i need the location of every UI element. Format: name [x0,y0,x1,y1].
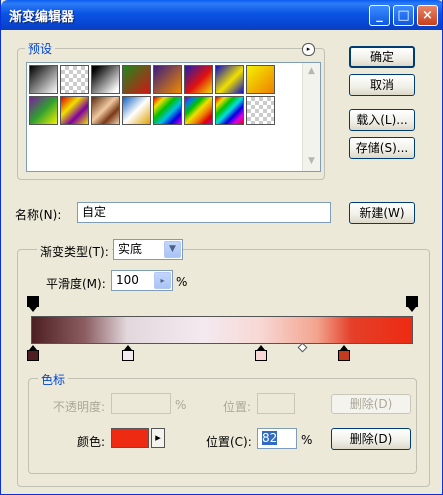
smoothness-unit: % [176,275,188,289]
presets-label: 预设 [25,40,56,57]
preset-swatch[interactable] [215,96,244,125]
delete-opacity-button: 删除(D) [331,394,411,414]
preset-swatch[interactable] [153,65,182,94]
color-position-label: 位置(C): [206,435,252,449]
opacity-input [111,393,171,414]
preset-swatch-grid[interactable]: ▲ ▼ [26,62,321,172]
color-position-value: 82 [262,431,278,445]
preset-swatch[interactable] [122,96,151,125]
new-button[interactable]: 新建(W) [349,202,415,224]
title-bar[interactable]: 渐变编辑器 _ □ × [1,0,442,30]
color-position-unit: % [301,433,313,447]
color-picker-arrow-icon[interactable]: ▸ [151,428,165,448]
color-label: 颜色: [77,435,106,449]
name-label: 名称(N): [15,208,62,222]
opacity-stop-left[interactable] [27,296,39,312]
ok-button[interactable]: 确定 [349,46,415,68]
delete-color-button[interactable]: 删除(D) [331,428,411,450]
preset-swatch[interactable] [215,65,244,94]
opacity-label: 不透明度: [53,400,106,414]
color-stop[interactable] [255,345,267,361]
gradient-type-label: 渐变类型(T): [37,243,112,260]
opacity-unit: % [175,398,187,412]
preset-scrollbar[interactable]: ▲ ▼ [302,63,320,171]
color-stop-selected[interactable] [338,345,350,361]
preset-swatch[interactable] [153,96,182,125]
load-button[interactable]: 载入(L)... [349,109,415,131]
preset-swatch[interactable] [246,65,275,94]
preset-swatch[interactable] [122,65,151,94]
preset-swatch[interactable] [184,65,213,94]
smoothness-arrow-icon[interactable]: ▸ [154,272,171,289]
opacity-stop-right[interactable] [406,296,418,312]
stops-group-label: 色标 [38,371,69,388]
preset-swatch[interactable] [246,96,275,125]
smoothness-label: 平滑度(M): [46,277,106,291]
color-swatch[interactable] [111,428,149,448]
gradient-editor-window: 渐变编辑器 _ □ × 预设 ▸ ▲ ▼ 确定 取消 载入(L)... 存储(S… [0,0,443,495]
save-button[interactable]: 存储(S)... [349,137,415,159]
minimize-button[interactable]: _ [369,5,390,26]
stops-group [28,378,417,474]
preset-swatch[interactable] [60,65,89,94]
opacity-position-label: 位置: [223,400,252,414]
opacity-position-input [257,393,295,414]
maximize-button[interactable]: □ [393,5,414,26]
dropdown-arrow-icon[interactable]: ▼ [164,241,181,258]
close-button[interactable]: × [417,5,438,26]
color-stop[interactable] [122,345,134,361]
name-input[interactable]: 自定 [77,202,331,223]
gradient-type-dropdown[interactable]: 实底 ▼ [113,239,183,260]
preset-swatch[interactable] [91,96,120,125]
scroll-up-icon[interactable]: ▲ [304,64,319,79]
color-stop[interactable] [27,345,39,361]
preset-swatch[interactable] [91,65,120,94]
cancel-button[interactable]: 取消 [349,74,415,96]
preset-swatch[interactable] [60,96,89,125]
gradient-preview-bar[interactable] [31,316,413,344]
presets-menu-icon[interactable]: ▸ [302,43,315,56]
color-swatch-fill [112,429,148,447]
scroll-down-icon[interactable]: ▼ [304,154,319,169]
window-title: 渐变编辑器 [9,10,75,25]
preset-swatch[interactable] [184,96,213,125]
preset-swatch[interactable] [29,65,58,94]
smoothness-input[interactable]: 100 ▸ [111,270,173,291]
preset-swatch[interactable] [29,96,58,125]
gradient-type-value: 实底 [118,242,143,256]
smoothness-value: 100 [116,273,139,287]
color-position-input[interactable]: 82 [257,428,297,449]
